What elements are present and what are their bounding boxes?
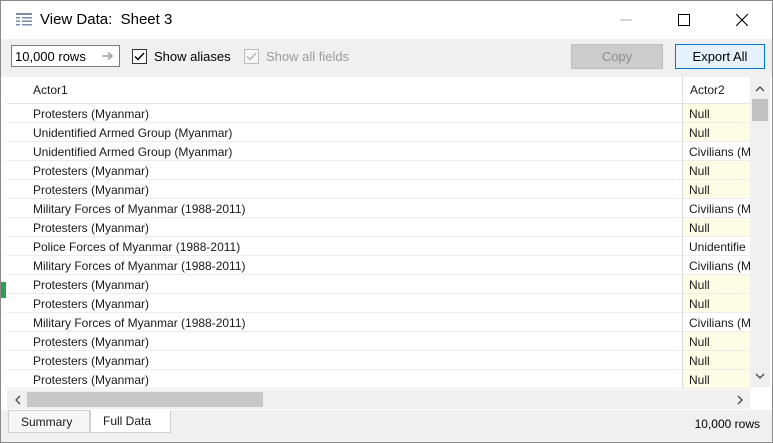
cell-actor1: Unidentified Armed Group (Myanmar) — [33, 126, 233, 140]
column-header-actor1[interactable]: Actor1 — [33, 83, 68, 97]
cell-actor1: Protesters (Myanmar) — [33, 164, 150, 178]
close-button[interactable] — [713, 1, 771, 39]
cell-actor1: Police Forces of Myanmar (1988-2011) — [33, 240, 241, 254]
view-data-window: View Data: Sheet 3 10,000 rows Show alia… — [0, 0, 773, 443]
background-sheet-marker — [1, 282, 6, 298]
row-count: 10,000 rows — [694, 417, 760, 431]
cell-actor1: Protesters (Myanmar) — [33, 107, 150, 121]
tab-full-data[interactable]: Full Data — [90, 410, 171, 433]
table-row[interactable]: Protesters (Myanmar) Null — [7, 104, 750, 123]
show-all-fields-checkbox — [244, 49, 259, 64]
show-aliases-label[interactable]: Show aliases — [154, 49, 231, 64]
cell-actor1: Military Forces of Myanmar (1988-2011) — [33, 202, 246, 216]
data-grid[interactable]: Actor1 Actor2 Protesters (Myanmar) Null Un… — [7, 77, 750, 389]
cell-actor1: Protesters (Myanmar) — [33, 335, 150, 349]
table-row[interactable]: Protesters (Myanmar) Null — [7, 218, 750, 237]
cell-actor2: Null — [683, 180, 750, 198]
row-limit-input[interactable]: 10,000 rows — [11, 45, 120, 67]
cell-actor1: Protesters (Myanmar) — [33, 278, 150, 292]
cell-actor1: Military Forces of Myanmar (1988-2011) — [33, 259, 246, 273]
cell-actor1: Protesters (Myanmar) — [33, 297, 150, 311]
minimize-icon — [620, 19, 632, 21]
cell-actor1: Protesters (Myanmar) — [33, 183, 150, 197]
cell-actor1: Military Forces of Myanmar (1988-2011) — [33, 316, 246, 330]
table-row[interactable]: Unidentified Armed Group (Myanmar) Null — [7, 123, 750, 142]
cell-actor2: Null — [683, 275, 750, 293]
table-row[interactable]: Police Forces of Myanmar (1988-2011) Unid… — [7, 237, 750, 256]
table-row[interactable]: Protesters (Myanmar) Null — [7, 351, 750, 370]
table-row[interactable]: Military Forces of Myanmar (1988-2011) Ci… — [7, 313, 750, 332]
cell-actor2: Null — [683, 332, 750, 350]
close-icon — [736, 14, 748, 26]
toolbar: 10,000 rows Show aliases Show all fields… — [1, 39, 772, 77]
cell-actor2: Unidentifie — [689, 240, 746, 254]
cell-actor2: Null — [683, 294, 750, 312]
cell-actor1: Protesters (Myanmar) — [33, 221, 150, 235]
window-title: View Data: Sheet 3 — [40, 11, 173, 28]
maximize-button[interactable] — [655, 1, 713, 39]
horizontal-scroll-thumb[interactable] — [27, 392, 263, 407]
show-all-fields-label: Show all fields — [266, 49, 350, 64]
table-row[interactable]: Protesters (Myanmar) Null — [7, 370, 750, 389]
table-row[interactable]: Protesters (Myanmar) Null — [7, 332, 750, 351]
table-row[interactable]: Protesters (Myanmar) Null — [7, 161, 750, 180]
chevron-down-icon[interactable] — [751, 367, 769, 385]
table-row[interactable]: Military Forces of Myanmar (1988-2011) Ci… — [7, 256, 750, 275]
chevron-right-icon[interactable] — [731, 391, 749, 409]
horizontal-scrollbar[interactable] — [7, 390, 750, 409]
cell-actor2: Civilians (M — [689, 202, 750, 216]
vertical-scrollbar[interactable] — [750, 77, 770, 387]
row-limit-value: 10,000 rows — [15, 49, 86, 64]
cell-actor2: Civilians (M — [689, 259, 750, 273]
cell-actor2: Null — [683, 161, 750, 179]
grid-header: Actor1 Actor2 — [7, 77, 750, 104]
cell-actor2: Civilians (M — [689, 145, 750, 159]
maximize-icon — [678, 14, 690, 26]
table-grid-icon — [16, 13, 32, 26]
cell-actor1: Protesters (Myanmar) — [33, 354, 150, 368]
checkmark-icon — [246, 52, 257, 61]
status-bar: Summary Full Data 10,000 rows — [1, 410, 772, 442]
vertical-scroll-thumb[interactable] — [752, 99, 768, 121]
table-row[interactable]: Protesters (Myanmar) Null — [7, 275, 750, 294]
cell-actor2: Civilians (M — [689, 316, 750, 330]
table-row[interactable]: Protesters (Myanmar) Null — [7, 180, 750, 199]
cell-actor1: Protesters (Myanmar) — [33, 373, 150, 387]
column-header-actor2[interactable]: Actor2 — [690, 83, 725, 97]
cell-actor2: Null — [683, 218, 750, 236]
arrow-right-icon[interactable] — [100, 48, 116, 64]
cell-actor2: Null — [683, 351, 750, 369]
show-aliases-checkbox[interactable] — [132, 49, 147, 64]
grid-rows: Protesters (Myanmar) Null Unidentified Arm… — [7, 104, 750, 389]
checkmark-icon — [134, 52, 145, 61]
title-bar[interactable]: View Data: Sheet 3 — [1, 1, 772, 39]
table-row[interactable]: Unidentified Armed Group (Myanmar) Civili… — [7, 142, 750, 161]
tab-summary[interactable]: Summary — [8, 410, 90, 433]
table-row[interactable]: Military Forces of Myanmar (1988-2011) Ci… — [7, 199, 750, 218]
copy-button: Copy — [571, 44, 663, 69]
minimize-button[interactable] — [597, 1, 655, 39]
export-all-button[interactable]: Export All — [675, 44, 765, 69]
cell-actor2: Null — [683, 123, 750, 141]
column-divider[interactable] — [682, 77, 683, 389]
cell-actor2: Null — [683, 370, 750, 388]
chevron-up-icon[interactable] — [751, 79, 769, 97]
table-row[interactable]: Protesters (Myanmar) Null — [7, 294, 750, 313]
cell-actor2: Null — [683, 104, 750, 122]
cell-actor1: Unidentified Armed Group (Myanmar) — [33, 145, 233, 159]
chevron-left-icon[interactable] — [8, 391, 26, 409]
